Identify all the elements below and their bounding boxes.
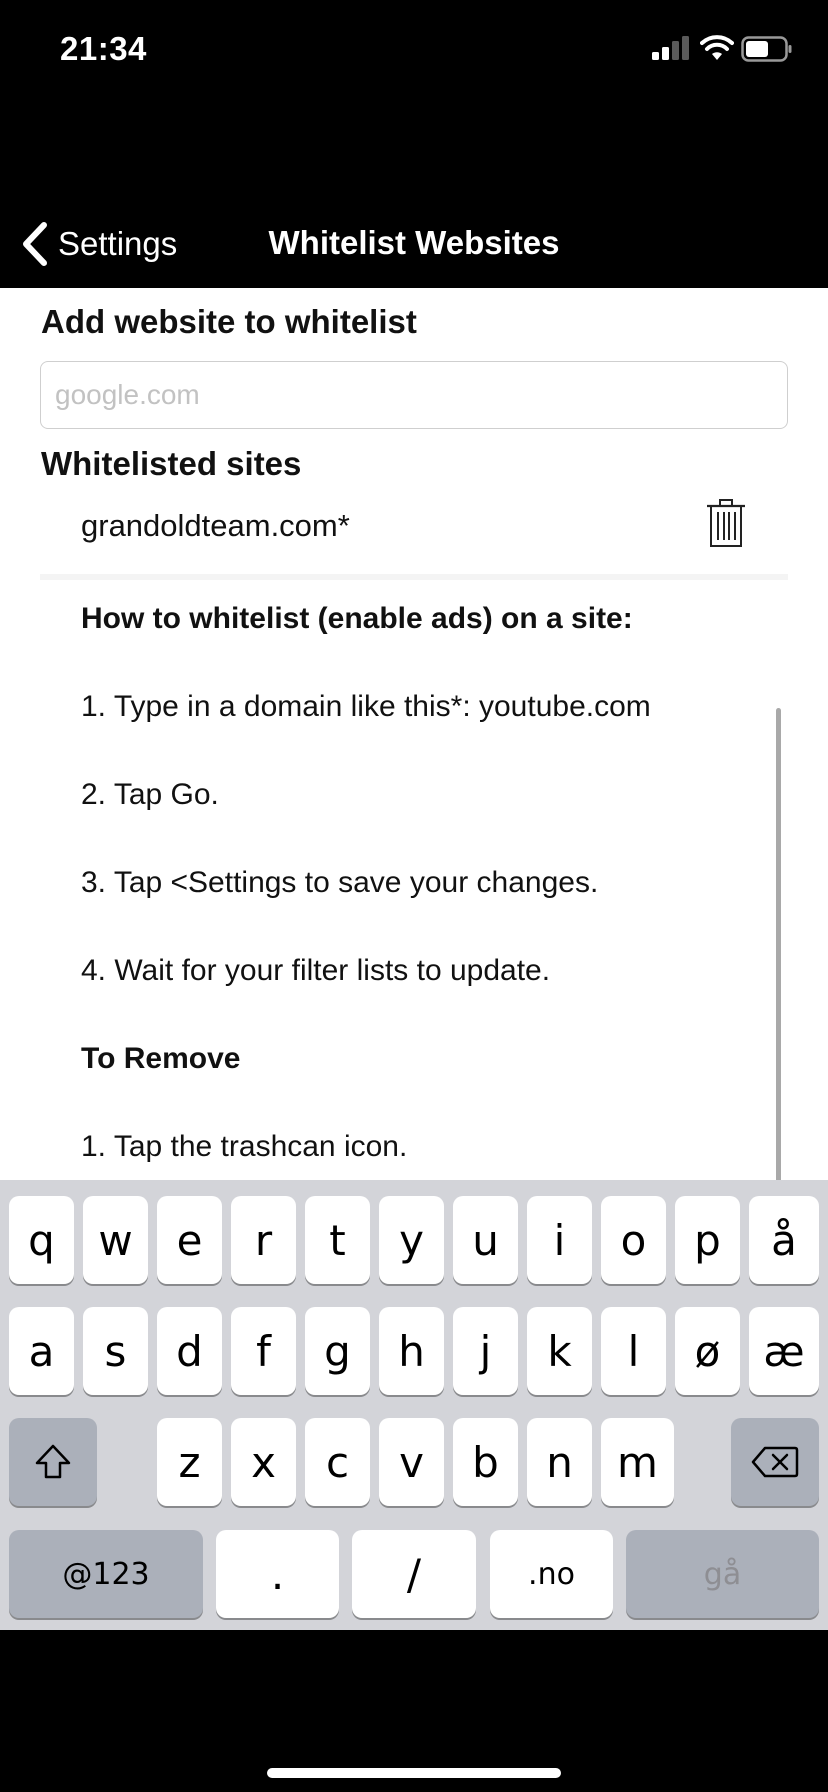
wifi-icon	[700, 35, 734, 60]
go-key[interactable]: gå	[626, 1530, 819, 1618]
help-step-2: 2. Tap Go.	[81, 778, 219, 811]
main-content[interactable]: Add website to whitelist Whitelisted sit…	[0, 288, 828, 1180]
backspace-icon	[751, 1446, 799, 1478]
whitelist-row: grandoldteam.com*	[40, 498, 788, 580]
status-bar: 21:34	[0, 0, 828, 100]
key-p[interactable]: p	[675, 1196, 740, 1284]
key-j[interactable]: j	[453, 1307, 518, 1395]
key-f[interactable]: f	[231, 1307, 296, 1395]
key-z[interactable]: z	[157, 1418, 222, 1506]
add-website-heading: Add website to whitelist	[41, 303, 417, 340]
dot-key[interactable]: .	[216, 1530, 339, 1618]
shift-icon	[35, 1444, 71, 1479]
whitelisted-sites-heading: Whitelisted sites	[41, 445, 302, 482]
key-e[interactable]: e	[157, 1196, 222, 1284]
key-a[interactable]: a	[9, 1307, 74, 1395]
key-c[interactable]: c	[305, 1418, 370, 1506]
page-title: Whitelist Websites	[268, 224, 560, 261]
remove-heading: To Remove	[81, 1042, 241, 1075]
whitelisted-site-name: grandoldteam.com*	[81, 508, 350, 543]
key-r[interactable]: r	[231, 1196, 296, 1284]
key-k[interactable]: k	[527, 1307, 592, 1395]
key-b[interactable]: b	[453, 1418, 518, 1506]
key-y[interactable]: y	[379, 1196, 444, 1284]
numbers-key[interactable]: @123	[9, 1530, 203, 1618]
help-step-3: 3. Tap <Settings to save your changes.	[81, 866, 599, 899]
key-o-slash[interactable]: ø	[675, 1307, 740, 1395]
key-q[interactable]: q	[9, 1196, 74, 1284]
battery-icon	[741, 36, 792, 62]
key-t[interactable]: t	[305, 1196, 370, 1284]
shift-key[interactable]	[9, 1418, 97, 1506]
backspace-key[interactable]	[731, 1418, 819, 1506]
status-time: 21:34	[60, 30, 147, 67]
key-o[interactable]: o	[601, 1196, 666, 1284]
key-x[interactable]: x	[231, 1418, 296, 1506]
slash-key[interactable]: /	[352, 1530, 476, 1618]
key-n[interactable]: n	[527, 1418, 592, 1506]
cellular-signal-icon	[652, 36, 689, 60]
remove-step-1: 1. Tap the trashcan icon.	[81, 1130, 408, 1163]
help-step-4: 4. Wait for your filter lists to update.	[81, 954, 551, 987]
key-s[interactable]: s	[83, 1307, 148, 1395]
key-w[interactable]: w	[83, 1196, 148, 1284]
key-d[interactable]: d	[157, 1307, 222, 1395]
key-m[interactable]: m	[601, 1418, 674, 1506]
key-a-ring[interactable]: å	[749, 1196, 819, 1284]
key-g[interactable]: g	[305, 1307, 370, 1395]
help-step-1: 1. Type in a domain like this*: youtube.…	[81, 690, 651, 723]
tld-key[interactable]: .no	[490, 1530, 613, 1618]
website-input[interactable]	[40, 361, 788, 429]
home-area	[0, 1630, 828, 1792]
navigation-bar: Settings Whitelist Websites	[0, 200, 828, 288]
trash-icon[interactable]	[705, 498, 747, 548]
scroll-indicator[interactable]	[776, 708, 781, 1180]
help-heading: How to whitelist (enable ads) on a site:	[81, 602, 633, 635]
keyboard: q w e r t y u i o p å a s d f g h j k l …	[0, 1180, 828, 1630]
key-i[interactable]: i	[527, 1196, 592, 1284]
key-v[interactable]: v	[379, 1418, 444, 1506]
key-l[interactable]: l	[601, 1307, 666, 1395]
key-h[interactable]: h	[379, 1307, 444, 1395]
key-u[interactable]: u	[453, 1196, 518, 1284]
home-indicator[interactable]	[267, 1768, 561, 1778]
key-ae[interactable]: æ	[749, 1307, 819, 1395]
